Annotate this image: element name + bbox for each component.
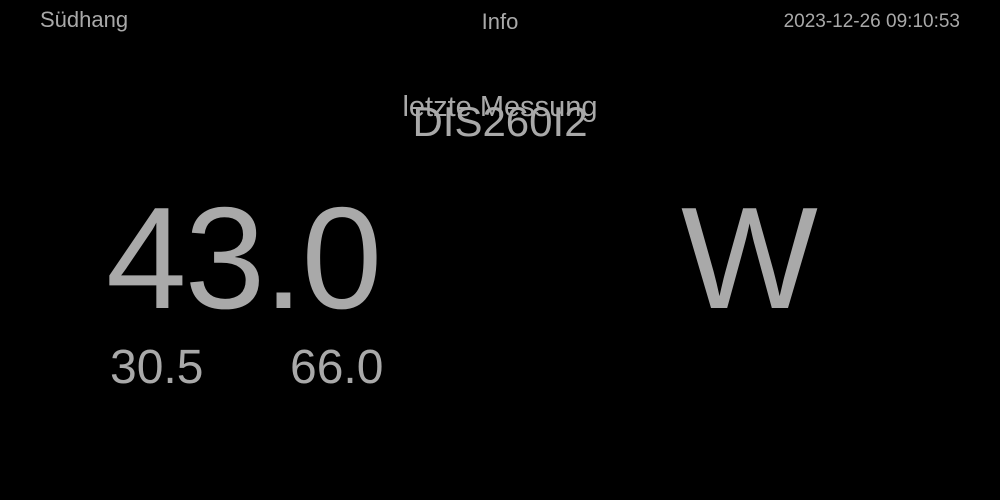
datetime-label: 2023-12-26 09:10:53 — [783, 11, 960, 32]
max-value: 66.0 — [290, 341, 384, 394]
current-value: 43.0 — [106, 177, 382, 339]
last-measurement-caption: letzte Messung — [402, 91, 598, 123]
min-value: 30.5 — [110, 341, 204, 394]
value-unit: W — [681, 177, 818, 339]
